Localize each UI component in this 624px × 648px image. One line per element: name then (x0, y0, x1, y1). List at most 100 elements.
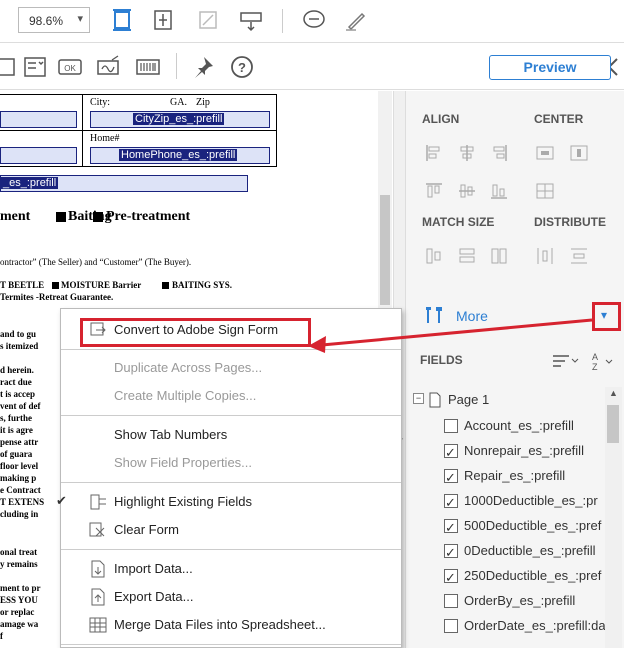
highlight-pen-icon[interactable] (343, 7, 369, 33)
match-width-icon[interactable] (457, 246, 477, 266)
menu-item-label: Export Data... (114, 589, 194, 604)
annotation-highlight-box (80, 318, 311, 347)
field-name: 500Deductible_es_:pref (464, 518, 602, 533)
city-zip-field[interactable]: CityZip_es_:prefill (90, 111, 270, 128)
fit-page-icon[interactable] (109, 7, 135, 33)
field-name: OrderBy_es_:prefill (464, 593, 576, 608)
signature-field-icon[interactable] (96, 54, 122, 80)
menu-item-highlight-fields[interactable]: ✔ Highlight Existing Fields (56, 488, 401, 516)
menu-item-export-data[interactable]: Export Data... (61, 583, 401, 611)
align-middle-icon[interactable] (457, 181, 477, 201)
list-box-icon[interactable] (0, 54, 20, 80)
checkbox-icon: ✓ (444, 519, 458, 535)
menu-item-clear-form[interactable]: Clear Form (61, 516, 401, 544)
home-phone-field-label: HomePhone_es_:prefill (119, 149, 238, 161)
menu-item-import-data[interactable]: Import Data... (61, 555, 401, 583)
align-bottom-icon[interactable] (489, 181, 509, 201)
home-phone-field[interactable]: HomePhone_es_:prefill (90, 147, 270, 164)
document-scrollbar-thumb[interactable] (380, 195, 390, 305)
field-name: 1000Deductible_es_:pr (464, 493, 598, 508)
align-center-h-icon[interactable] (457, 143, 477, 163)
menu-item-merge-data[interactable]: Merge Data Files into Spreadsheet... (61, 611, 401, 639)
tree-page-label[interactable]: Page 1 (448, 392, 489, 407)
doc-line: onal treat (0, 547, 38, 557)
distribute-title: DISTRIBUTE (534, 215, 606, 229)
doc-line: f (0, 631, 3, 641)
button-field-icon[interactable]: OK (57, 54, 83, 80)
doc-line: ract due (0, 377, 32, 387)
doc-line: vent of def (0, 401, 41, 411)
home-label: Home# (90, 133, 120, 144)
svg-text:Z: Z (592, 362, 598, 372)
zoom-select[interactable]: 98.6% ▾ (18, 7, 90, 33)
barcode-icon[interactable] (135, 54, 161, 80)
menu-item-create-copies[interactable]: Create Multiple Copies... (61, 382, 401, 410)
doc-line: t is accep (0, 389, 35, 399)
menu-item-duplicate[interactable]: Duplicate Across Pages... (61, 354, 401, 382)
table-line (0, 166, 277, 167)
menu-separator (61, 549, 401, 550)
city-zip-field-label: CityZip_es_:prefill (133, 113, 225, 125)
form-field[interactable] (0, 111, 77, 128)
export-icon (91, 588, 105, 606)
align-top-icon[interactable] (424, 181, 444, 201)
collapse-tree-icon[interactable]: − (413, 393, 424, 404)
highlight-fields-icon (90, 494, 106, 510)
scroll-up-icon[interactable]: ▲ (609, 388, 618, 398)
page-icon (429, 392, 441, 408)
doc-line: cluding in (0, 509, 39, 519)
doc-line: s, furthe (0, 413, 32, 423)
distribute-horizontal-icon[interactable] (535, 246, 555, 266)
center-horizontal-icon[interactable] (535, 143, 555, 163)
menu-item-show-tab-numbers[interactable]: Show Tab Numbers (61, 421, 401, 449)
doc-line: d herein. (0, 365, 34, 375)
menu-item-label: Import Data... (114, 561, 193, 576)
match-size-title: MATCH SIZE (422, 215, 495, 229)
zip-label: Zip (196, 97, 210, 108)
checkbox-baiting (56, 212, 66, 222)
import-icon (91, 560, 105, 578)
spreadsheet-icon (89, 617, 107, 633)
doc-line: making p (0, 473, 37, 483)
fields-scrollbar-thumb[interactable] (607, 405, 619, 443)
menu-item-show-field-properties[interactable]: Show Field Properties... (61, 449, 401, 477)
pin-icon[interactable] (190, 54, 216, 80)
table-line (82, 94, 83, 166)
doc-line: of guara (0, 449, 33, 459)
doc-line: pense attr (0, 437, 39, 447)
menu-item-label: Clear Form (114, 522, 180, 537)
menu-item-label: Create Multiple Copies... (114, 388, 257, 403)
svg-text:?: ? (238, 60, 246, 75)
comment-icon[interactable] (301, 7, 327, 33)
keyboard-icon[interactable] (238, 7, 264, 33)
scroll-mode-icon[interactable] (150, 7, 176, 33)
doc-line: ontractor” (The Seller) and “Customer” (… (0, 257, 192, 267)
help-icon[interactable]: ? (229, 54, 255, 80)
context-menu: Convert to Adobe Sign Form Duplicate Acr… (56, 308, 402, 648)
doc-line: T EXTENS (0, 497, 45, 507)
center-vertical-icon[interactable] (569, 143, 589, 163)
doc-line: it is agre (0, 425, 33, 435)
doc-line: e Contract (0, 485, 41, 495)
prefill-field[interactable]: _es_:prefill (0, 175, 248, 192)
table-line (0, 130, 277, 131)
top-toolbar: 98.6% ▾ (0, 0, 624, 43)
form-field[interactable] (0, 147, 77, 164)
full-screen-icon[interactable] (195, 7, 221, 33)
doc-line: ESS YOU (0, 595, 38, 605)
preview-button[interactable]: Preview (489, 55, 611, 80)
match-height-icon[interactable] (424, 246, 444, 266)
field-name: 250Deductible_es_:pref (464, 568, 602, 583)
checkmark-icon: ✔ (56, 493, 67, 508)
match-both-icon[interactable] (489, 246, 509, 266)
doc-line: or replac (0, 607, 35, 617)
chevron-down-icon: ▾ (77, 13, 83, 25)
center-both-icon[interactable] (535, 181, 555, 201)
distribute-vertical-icon[interactable] (569, 246, 589, 266)
toolbar-divider (176, 53, 177, 79)
align-right-icon[interactable] (489, 143, 509, 163)
dropdown-field-icon[interactable] (22, 54, 48, 80)
fields-scrollbar[interactable]: ▲ (605, 387, 622, 648)
text-field-icon (444, 419, 458, 433)
align-left-icon[interactable] (424, 143, 444, 163)
